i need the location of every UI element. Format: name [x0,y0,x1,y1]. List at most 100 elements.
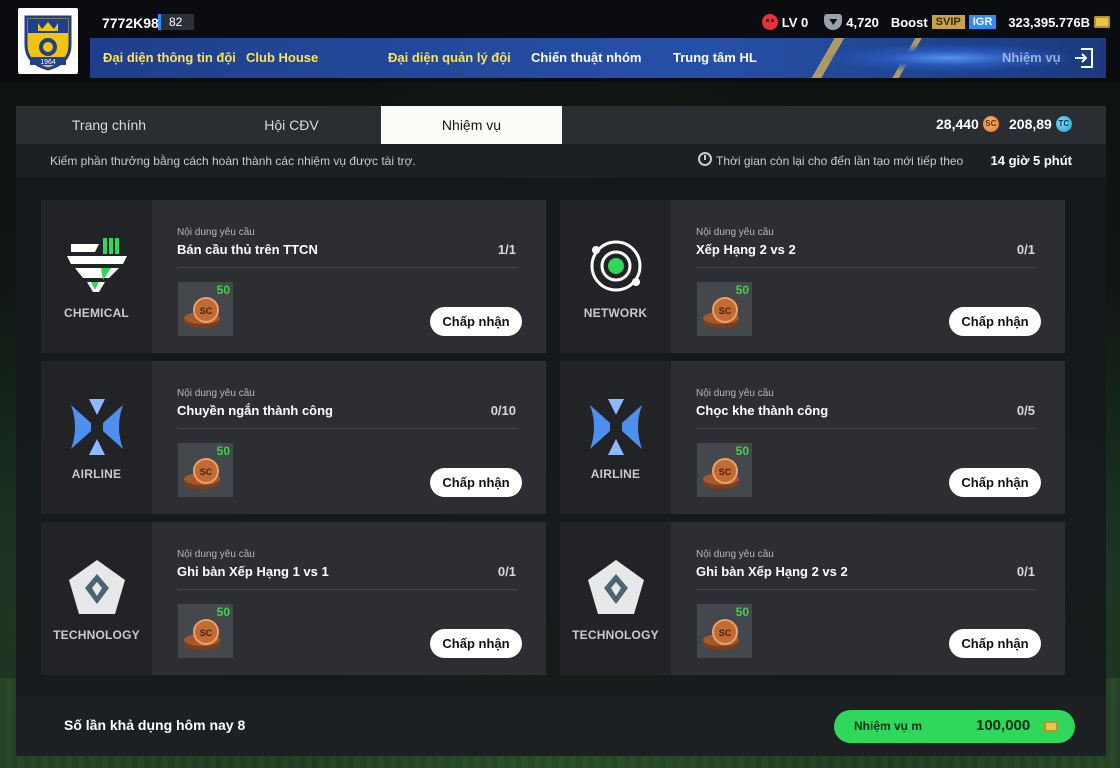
tc-currency: 208,89 TC [1009,116,1072,132]
nav-team-info[interactable]: Đại diện thông tin đội [103,38,236,78]
tc-coin-icon: TC [1055,116,1072,132]
balance-value: 323,395.776B [1008,14,1090,30]
sponsor-name: AIRLINE [71,466,122,481]
technology-logo-icon [587,559,644,614]
mission-card: TECHNOLOGY Nội dung yêu cầu Ghi bàn Xếp … [41,522,546,675]
accept-button[interactable]: Chấp nhận [949,629,1041,658]
level-text: LV 0 [781,14,809,30]
sc-coin-stack-icon: SC [184,458,220,489]
requirement-text: Chuyền ngắn thành công [177,403,333,418]
nav-training-center[interactable]: Trung tâm HL [673,38,757,78]
reward-amount: 50 [216,283,230,297]
reward-item[interactable]: SC 50 [697,604,752,658]
stopwatch-icon [698,152,712,166]
nav-missions[interactable]: Nhiệm vụ [1002,38,1061,78]
requirement-text: Ghi bàn Xếp Hạng 2 vs 2 [696,564,848,579]
sponsor-panel: NETWORK [560,200,671,353]
reward-amount: 50 [216,605,230,619]
exit-icon[interactable] [1072,46,1096,70]
svg-text:1964: 1964 [40,59,56,66]
missions-description: Kiếm phần thưởng bằng cách hoàn thành cá… [50,154,416,168]
reward-item[interactable]: SC 50 [697,282,752,336]
sponsor-panel: CHEMICAL [41,200,152,353]
nav-team-manager[interactable]: Đại diện quản lý đội [388,38,511,78]
mission-card: NETWORK Nội dung yêu cầu Xếp Hạng 2 vs 2… [560,200,1065,353]
club-crest-icon: 1964 [24,15,72,71]
sc-coin-stack-icon: SC [184,297,220,328]
card-divider [696,589,1036,590]
requirement-label: Nội dung yêu cầu [696,388,774,399]
reward-amount: 50 [735,283,749,297]
svg-text:SC: SC [719,306,732,316]
tab-missions[interactable]: Nhiệm vụ [381,106,562,144]
igr-badge: IGR [968,15,997,29]
team-id: 7772K98 [102,15,159,31]
mood-sad-icon [761,14,778,30]
requirement-label: Nội dung yêu cầu [177,549,255,560]
sc-amount: 28,440 [936,116,979,132]
accept-button[interactable]: Chấp nhận [949,307,1041,336]
reward-amount: 50 [735,605,749,619]
requirement-text: Bán cầu thủ trên TTCN [177,242,318,257]
nav-club-house[interactable]: Club House [246,38,318,78]
mission-progress: 0/10 [490,403,516,418]
team-ovr-badge: 82 [158,14,194,30]
accept-button[interactable]: Chấp nhận [949,468,1041,497]
boost-label: Boost [890,14,928,30]
svg-text:SC: SC [719,467,732,477]
mission-progress: 0/1 [1016,242,1035,257]
requirement-label: Nội dung yêu cầu [696,227,774,238]
card-divider [177,589,517,590]
nav-team-tactics[interactable]: Chiến thuật nhóm [531,38,642,78]
missions-footer: Số lần khả dụng hôm nay 8 Nhiệm vụ m 100… [16,696,1106,756]
sc-coin-stack-icon: SC [703,297,739,328]
requirement-text: Ghi bàn Xếp Hạng 1 vs 1 [177,564,329,579]
header-stats: LV 0 4,720 Boost SVIP IGR 323,395.776B [761,12,1110,32]
reward-item[interactable]: SC 50 [178,604,233,658]
svg-text:SC: SC [200,628,213,638]
mission-card: TECHNOLOGY Nội dung yêu cầu Ghi bàn Xếp … [560,522,1065,675]
shield-icon [824,14,843,30]
requirement-label: Nội dung yêu cầu [696,549,774,560]
sponsor-panel: TECHNOLOGY [41,522,152,675]
bp-coin-icon [1044,721,1058,732]
reward-item[interactable]: SC 50 [178,443,233,497]
top-header: 1964 7772K98 82 LV 0 4,720 Boost SVIP IG… [0,0,1120,82]
sponsor-name: NETWORK [583,305,648,320]
mission-progress: 0/5 [1016,403,1035,418]
card-divider [177,428,517,429]
info-bar: Kiếm phần thưởng bằng cách hoàn thành cá… [16,144,1106,178]
boost-stat[interactable]: Boost SVIP IGR [890,14,997,30]
rank-points: 4,720 [846,14,879,30]
tab-fan-club[interactable]: Hội CĐV [202,106,381,144]
mission-progress: 0/1 [497,564,516,579]
card-divider [177,267,517,268]
refresh-missions-button[interactable]: Nhiệm vụ m 100,000 [834,710,1075,743]
svg-text:SC: SC [719,628,732,638]
refresh-timer-label: Thời gian còn lại cho đến lần tạo mới ti… [716,154,964,168]
accept-button[interactable]: Chấp nhận [430,468,522,497]
sponsor-panel: AIRLINE [560,361,671,514]
club-logo[interactable]: 1964 [18,8,78,74]
level-stat[interactable]: LV 0 [761,14,809,30]
svip-badge: SVIP [931,15,965,29]
reward-item[interactable]: SC 50 [697,443,752,497]
mission-progress: 1/1 [497,242,516,257]
network-logo-icon [590,240,641,291]
reward-amount: 50 [735,444,749,458]
mission-card: CHEMICAL Nội dung yêu cầu Bán cầu thủ tr… [41,200,546,353]
balance-stat[interactable]: 323,395.776B [1008,15,1110,30]
main-navbar: Đại diện thông tin đội Club House Đại di… [90,38,1106,78]
sc-coin-stack-icon: SC [703,458,739,489]
accept-button[interactable]: Chấp nhận [430,307,522,336]
accept-button[interactable]: Chấp nhận [430,629,522,658]
tab-bar: Trang chính Hội CĐV Nhiệm vụ 28,440 SC 2… [16,106,1106,144]
tab-home[interactable]: Trang chính [16,106,202,144]
svg-text:SC: SC [200,306,213,316]
reward-item[interactable]: SC 50 [178,282,233,336]
refresh-missions-label: Nhiệm vụ m [854,719,923,733]
sponsor-name: TECHNOLOGY [53,627,140,642]
sc-coin-icon: SC [982,116,999,132]
rank-stat[interactable]: 4,720 [824,14,879,30]
refresh-timer-value: 14 giờ 5 phút [990,153,1072,168]
